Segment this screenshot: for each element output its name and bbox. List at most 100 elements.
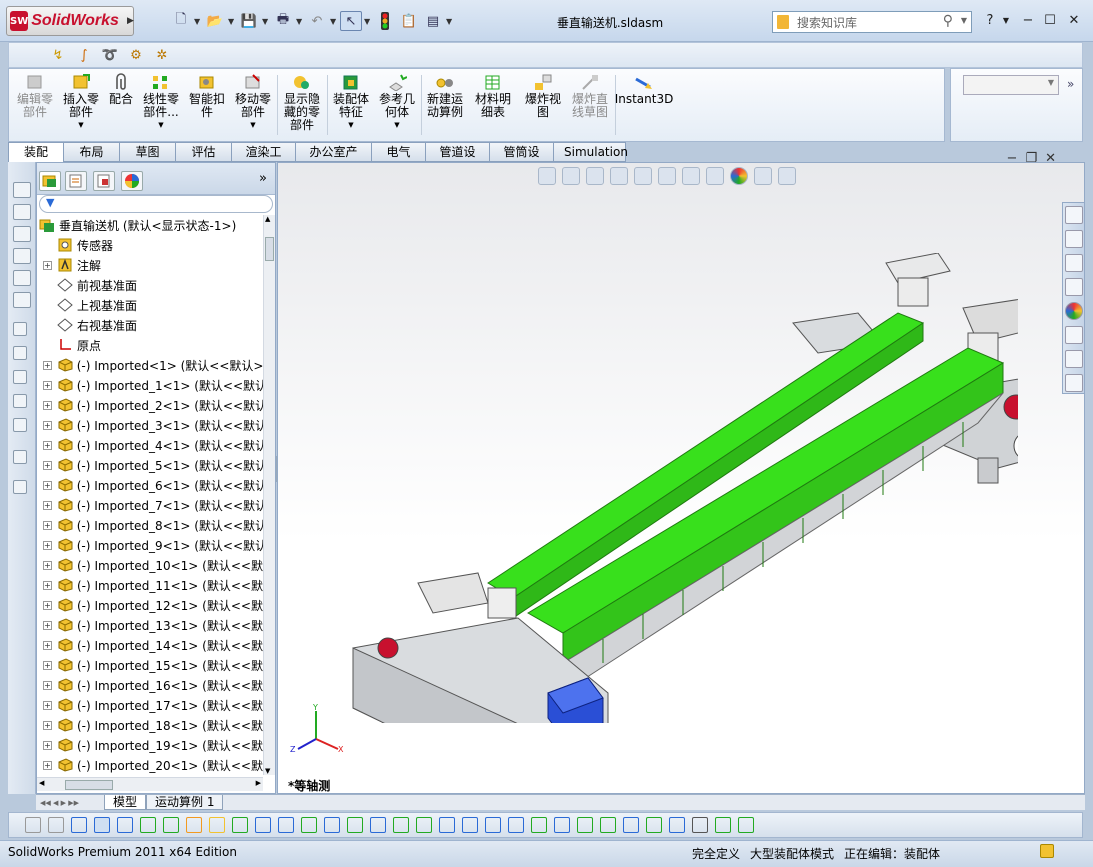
tree-item[interactable]: 传感器 (37, 235, 263, 255)
smart-fastener-button[interactable]: 智能扣 件 (185, 73, 229, 139)
custom-properties-icon[interactable] (1065, 326, 1083, 344)
design-library-icon[interactable] (1065, 230, 1083, 248)
selection-filter-icon[interactable] (370, 817, 386, 833)
expand-panel-chevron-icon[interactable]: » (259, 171, 267, 186)
simulation-advisor-icon[interactable] (1065, 350, 1083, 368)
expand-plus-icon[interactable]: + (43, 380, 52, 390)
selection-filter-icon[interactable] (577, 817, 593, 833)
tree-item[interactable]: 原点 (37, 335, 263, 355)
expand-plus-icon[interactable]: + (43, 480, 52, 490)
expand-plus-icon[interactable]: + (43, 700, 52, 710)
expand-plus-icon[interactable]: + (43, 460, 52, 470)
tree-item[interactable]: + (-) Imported_3<1> (默认<<默认 (37, 415, 263, 435)
sketch-tool-icon[interactable] (13, 322, 27, 336)
expand-chevron-icon[interactable]: » (1067, 77, 1074, 91)
viewport-close-icon[interactable]: ✕ (1045, 151, 1056, 166)
bill-of-materials-button[interactable]: 材料明 细表 (471, 73, 515, 139)
configuration-manager-tab-icon[interactable] (93, 171, 115, 191)
instant3d-button[interactable]: Instant3D (615, 73, 673, 139)
viewport-minimize-icon[interactable]: − (1007, 151, 1018, 166)
gear-icon[interactable]: ✲ (151, 45, 173, 65)
expand-plus-icon[interactable]: + (43, 600, 52, 610)
expand-plus-icon[interactable]: + (43, 740, 52, 750)
tree-item[interactable]: + (-) Imported_20<1> (默认<<默 (37, 755, 263, 775)
file-explorer-folder-icon[interactable] (1065, 254, 1083, 272)
tree-item[interactable]: + (-) Imported_1<1> (默认<<默认 (37, 375, 263, 395)
route-icon[interactable]: ↯ (47, 45, 69, 65)
scroll-up-icon[interactable]: ▲ (265, 215, 270, 223)
tag-icon[interactable] (1040, 844, 1054, 858)
pattern-dropdown-icon[interactable]: ▼ (158, 119, 163, 132)
tree-item[interactable]: + (-) Imported_9<1> (默认<<默认 (37, 535, 263, 555)
assembly-features-button[interactable]: 装配体 特征 ▼ (329, 73, 373, 139)
tab-layout[interactable]: 布局 (64, 142, 120, 162)
tab-assembly[interactable]: 装配体 (8, 142, 64, 177)
rebuild-traffic-light-icon[interactable] (374, 11, 396, 31)
selection-filter-icon[interactable] (209, 817, 225, 833)
view-cube-icon[interactable] (13, 248, 31, 264)
scroll-down-icon[interactable]: ▼ (265, 767, 270, 775)
tree-item[interactable]: + (-) Imported_8<1> (默认<<默认 (37, 515, 263, 535)
maximize-icon[interactable]: ☐ (1040, 10, 1060, 30)
edit-appearance-icon[interactable] (730, 167, 748, 185)
open-folder-icon[interactable]: 📂 (204, 11, 226, 31)
tree-item[interactable]: + (-) Imported_15<1> (默认<<默 (37, 655, 263, 675)
flex-icon[interactable]: ∫ (73, 45, 95, 65)
solidworks-menu-button[interactable]: SW SolidWorks ▶ (6, 6, 134, 36)
selection-filter-icon[interactable] (646, 817, 662, 833)
undo-icon[interactable]: ↶ (306, 11, 328, 31)
layout-tool-icon[interactable] (13, 450, 27, 464)
tree-item[interactable]: + (-) Imported_6<1> (默认<<默认 (37, 475, 263, 495)
menu-pin-icon[interactable]: ▶ (127, 16, 134, 26)
close-icon[interactable]: ✕ (1064, 10, 1084, 30)
print-icon[interactable]: 🖶 (272, 11, 294, 31)
expand-plus-icon[interactable]: + (43, 640, 52, 650)
tree-item[interactable]: 上视基准面 (37, 295, 263, 315)
tree-horizontal-scrollbar[interactable]: ◀ ▶ (37, 777, 263, 791)
selection-filter-icon[interactable] (393, 817, 409, 833)
selection-filter-icon[interactable] (623, 817, 639, 833)
expand-plus-icon[interactable]: + (43, 440, 52, 450)
features-dropdown-icon[interactable]: ▼ (348, 119, 353, 132)
tree-item[interactable]: + (-) Imported_17<1> (默认<<默 (37, 695, 263, 715)
open-dropdown-icon[interactable]: ▼ (228, 17, 236, 26)
expand-plus-icon[interactable]: + (43, 560, 52, 570)
tree-item[interactable]: + (-) Imported_10<1> (默认<<默 (37, 555, 263, 575)
new-document-icon[interactable]: 🗋 (170, 11, 192, 31)
undo-dropdown-icon[interactable]: ▼ (330, 17, 338, 26)
tab-evaluate[interactable]: 评估 (176, 142, 232, 162)
sketch-tool-icon[interactable] (13, 346, 27, 360)
layout-tool-icon[interactable] (13, 480, 27, 494)
knowledge-search-input[interactable]: 搜索知识库 ⚲ ▼ (772, 11, 972, 33)
select-dropdown-icon[interactable]: ▼ (364, 17, 372, 26)
reference-dropdown-icon[interactable]: ▼ (394, 119, 399, 132)
expand-plus-icon[interactable]: + (43, 520, 52, 530)
expand-plus-icon[interactable]: + (43, 660, 52, 670)
expand-plus-icon[interactable]: + (43, 720, 52, 730)
search-icon[interactable]: ⚲ (943, 13, 953, 29)
selection-filter-icon[interactable] (531, 817, 547, 833)
selection-filter-icon[interactable] (439, 817, 455, 833)
view-cube-icon[interactable] (13, 226, 31, 242)
view-cube-icon[interactable] (13, 270, 31, 286)
tab-office-products[interactable]: 办公室产品 (296, 142, 372, 177)
tree-item[interactable]: + (-) Imported<1> (默认<<默认>_ (37, 355, 263, 375)
options-icon[interactable]: ▤ (422, 11, 444, 31)
print-dropdown-icon[interactable]: ▼ (296, 17, 304, 26)
tab-tubing[interactable]: 管筒设计 (490, 142, 554, 177)
tree-item[interactable]: + (-) Imported_11<1> (默认<<默 (37, 575, 263, 595)
view-orientation-icon[interactable] (658, 167, 676, 185)
mate-button[interactable]: 配合 (105, 73, 137, 139)
tab-model[interactable]: 模型 (104, 795, 147, 810)
expand-plus-icon[interactable]: + (43, 500, 52, 510)
select-arrow-icon[interactable]: ↖ (340, 11, 362, 31)
display-manager-tab-icon[interactable] (121, 171, 143, 191)
new-motion-study-button[interactable]: 新建运 动算例 (423, 73, 467, 139)
zoom-to-fit-icon[interactable] (538, 167, 556, 185)
configuration-dropdown[interactable]: ▼ (963, 75, 1059, 95)
tree-item[interactable]: 右视基准面 (37, 315, 263, 335)
selection-filter-icon[interactable] (232, 817, 248, 833)
expand-plus-icon[interactable]: + (43, 760, 52, 770)
selection-filter-icon[interactable] (140, 817, 156, 833)
selection-filter-icon[interactable] (347, 817, 363, 833)
